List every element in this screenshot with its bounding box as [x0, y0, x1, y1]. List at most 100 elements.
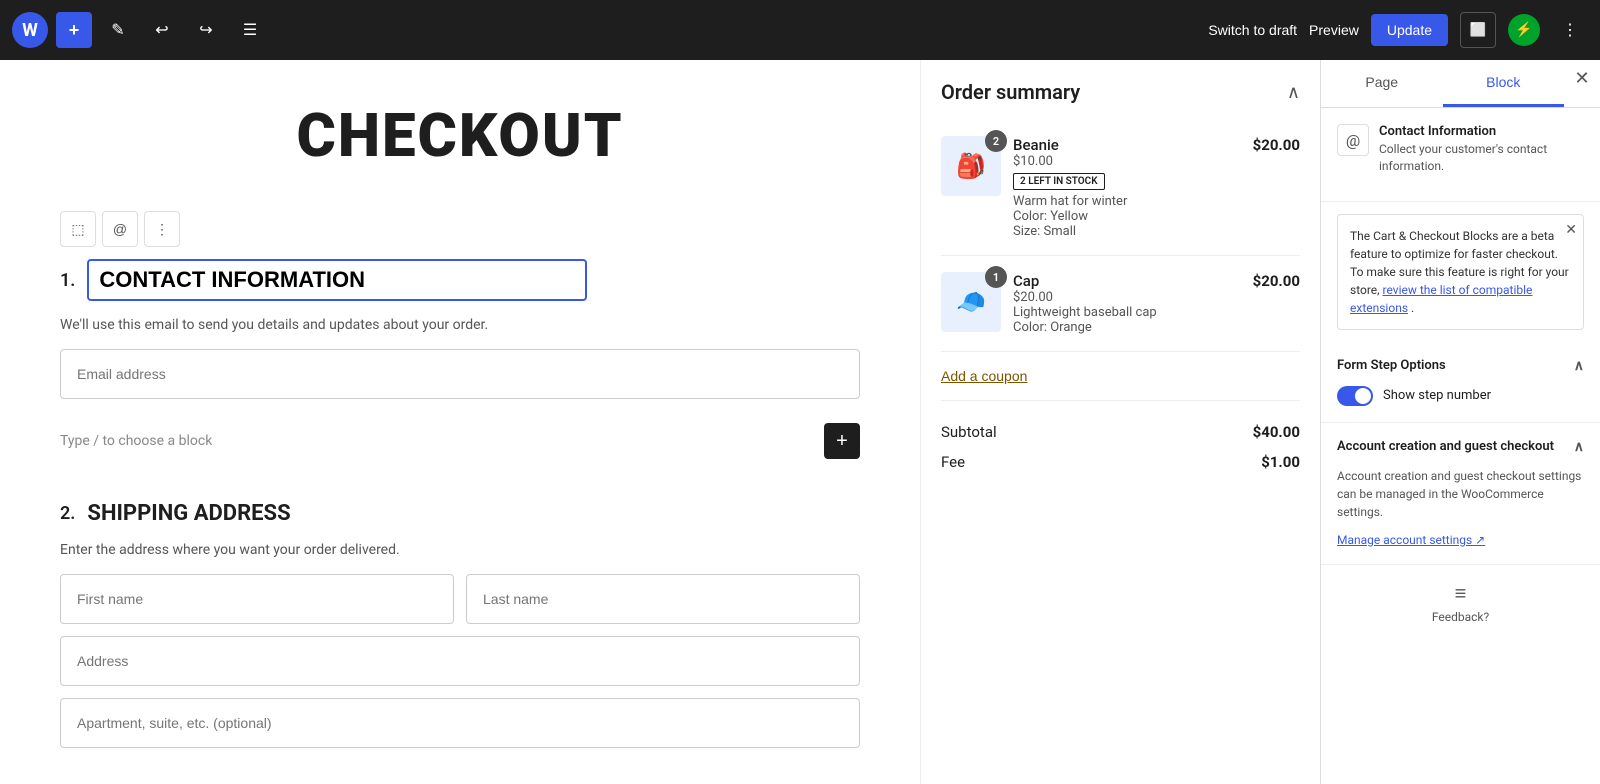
cap-emoji: 🧢	[956, 288, 986, 316]
order-summary-title: Order summary	[941, 80, 1080, 104]
close-sidebar-button[interactable]: ✕	[1564, 60, 1600, 96]
wp-logo-text: W	[22, 20, 38, 41]
more-block-icon: ⋮	[155, 221, 169, 238]
list-view-icon: ☰	[243, 20, 257, 40]
redo-button[interactable]: ↪	[188, 12, 224, 48]
edit-icon: ✎	[111, 20, 124, 40]
block-description-text: Collect your customer's contact informat…	[1379, 141, 1584, 175]
beta-banner: ✕ The Cart & Checkout Blocks are a beta …	[1337, 214, 1584, 330]
last-name-input[interactable]	[466, 574, 860, 624]
beanie-stock-badge: 2 LEFT IN STOCK	[1013, 173, 1105, 190]
list-view-button[interactable]: ☰	[232, 12, 268, 48]
type-block-row: Type / to choose a block +	[60, 411, 860, 471]
show-step-toggle[interactable]	[1337, 386, 1373, 406]
order-totals: Subtotal $40.00 Fee $1.00	[941, 401, 1300, 493]
beanie-color: Color: Yellow	[1013, 209, 1241, 224]
order-item-cap: 🧢 1 Cap $20.00 Lightweight baseball cap …	[941, 256, 1300, 352]
undo-button[interactable]: ↩	[144, 12, 180, 48]
cap-description: Lightweight baseball cap	[1013, 305, 1241, 320]
block-name-label: Contact Information	[1379, 124, 1584, 139]
account-creation-section: Account creation and guest checkout ∧ Ac…	[1321, 423, 1600, 565]
section1-subtitle: We'll use this email to send you details…	[60, 317, 860, 333]
add-coupon-button[interactable]: Add a coupon	[941, 352, 1300, 401]
section2-header: 2. SHIPPING ADDRESS	[60, 501, 860, 526]
order-summary-header: Order summary ∧	[941, 80, 1300, 104]
section1-header: 1.	[60, 259, 860, 301]
right-sidebar: Page Block ✕ @ Contact Information Colle…	[1320, 60, 1600, 784]
section2-title: SHIPPING ADDRESS	[87, 501, 290, 526]
order-summary-chevron[interactable]: ∧	[1287, 82, 1300, 103]
toolbar-right: Switch to draft Preview Update ⬜ ⚡ ⋮	[1208, 12, 1588, 48]
first-name-input[interactable]	[60, 574, 454, 624]
switch-to-draft-button[interactable]: Switch to draft	[1208, 22, 1297, 38]
order-item-beanie: 🎒 2 Beanie $10.00 2 LEFT IN STOCK Warm h…	[941, 120, 1300, 256]
address-input[interactable]	[60, 636, 860, 686]
fee-value: $1.00	[1261, 453, 1300, 471]
section2-subtitle: Enter the address where you want your or…	[60, 542, 860, 558]
form-step-chevron[interactable]: ∧	[1574, 358, 1584, 374]
add-block-icon: +	[836, 430, 848, 453]
layout-view-icon: ⬚	[71, 221, 84, 238]
beanie-quantity-badge: 2	[985, 130, 1007, 152]
form-step-options-title: Form Step Options ∧	[1337, 358, 1584, 374]
block-info-section: @ Contact Information Collect your custo…	[1321, 108, 1600, 202]
beta-banner-suffix: .	[1411, 301, 1414, 315]
beanie-price-each: $10.00	[1013, 154, 1241, 169]
add-icon: +	[69, 20, 80, 41]
wp-logo[interactable]: W	[12, 12, 48, 48]
edit-button[interactable]: ✎	[100, 12, 136, 48]
fee-label: Fee	[941, 453, 965, 471]
fee-row: Fee $1.00	[941, 447, 1300, 477]
block-toolbar: ⬚ @ ⋮	[60, 211, 860, 247]
feedback-button[interactable]: ≡ Feedback?	[1321, 565, 1600, 640]
at-button[interactable]: @	[102, 211, 138, 247]
layout-button[interactable]: ⬜	[1460, 12, 1496, 48]
add-block-button[interactable]: +	[824, 423, 860, 459]
order-panel: Order summary ∧ 🎒 2 Beanie $10.00 2 LEFT…	[920, 60, 1320, 784]
name-row	[60, 574, 860, 624]
subtotal-value: $40.00	[1253, 423, 1300, 441]
editor-area: CHECKOUT ⬚ @ ⋮ 1. We'll use this email t…	[0, 60, 920, 784]
layout-icon: ⬜	[1470, 22, 1487, 38]
account-creation-title: Account creation and guest checkout ∧	[1337, 439, 1584, 455]
add-block-toolbar-button[interactable]: +	[56, 12, 92, 48]
section1-title-input[interactable]	[87, 259, 587, 301]
beanie-emoji: 🎒	[956, 152, 986, 180]
cap-color: Color: Orange	[1013, 320, 1241, 335]
tab-block[interactable]: Block	[1443, 60, 1565, 107]
more-options-button[interactable]: ⋮	[1552, 12, 1588, 48]
user-avatar[interactable]: ⚡	[1508, 14, 1540, 46]
beta-banner-close-button[interactable]: ✕	[1565, 221, 1577, 238]
update-button[interactable]: Update	[1371, 14, 1448, 46]
sidebar-block-header: @ Contact Information Collect your custo…	[1337, 124, 1584, 175]
page-title: CHECKOUT	[60, 100, 860, 171]
contact-info-icon: @	[1337, 124, 1369, 156]
more-options-icon: ⋮	[1562, 20, 1578, 40]
account-creation-description: Account creation and guest checkout sett…	[1337, 467, 1584, 521]
section2-number: 2.	[60, 503, 75, 524]
item-beanie-image: 🎒 2	[941, 136, 1001, 196]
item-cap-image: 🧢 1	[941, 272, 1001, 332]
email-input[interactable]	[60, 349, 860, 399]
tab-page[interactable]: Page	[1321, 60, 1443, 107]
beanie-name: Beanie	[1013, 136, 1241, 154]
apt-input[interactable]	[60, 698, 860, 748]
cap-name: Cap	[1013, 272, 1241, 290]
manage-account-settings-link[interactable]: Manage account settings ↗	[1337, 533, 1485, 547]
more-block-options-button[interactable]: ⋮	[144, 211, 180, 247]
cap-price-each: $20.00	[1013, 290, 1241, 305]
sidebar-tabs: Page Block ✕	[1321, 60, 1600, 108]
subtotal-label: Subtotal	[941, 423, 997, 441]
account-creation-chevron[interactable]: ∧	[1574, 439, 1584, 455]
cap-quantity-badge: 1	[985, 266, 1007, 288]
redo-icon: ↪	[199, 20, 212, 40]
show-step-label: Show step number	[1383, 388, 1491, 403]
preview-button[interactable]: Preview	[1309, 22, 1359, 38]
feedback-icon: ≡	[1455, 581, 1467, 606]
layout-view-button[interactable]: ⬚	[60, 211, 96, 247]
block-meta: Contact Information Collect your custome…	[1379, 124, 1584, 175]
section2: 2. SHIPPING ADDRESS Enter the address wh…	[60, 501, 860, 760]
beanie-details: Beanie $10.00 2 LEFT IN STOCK Warm hat f…	[1013, 136, 1241, 239]
at-icon: @	[113, 221, 127, 237]
beanie-description: Warm hat for winter	[1013, 194, 1241, 209]
